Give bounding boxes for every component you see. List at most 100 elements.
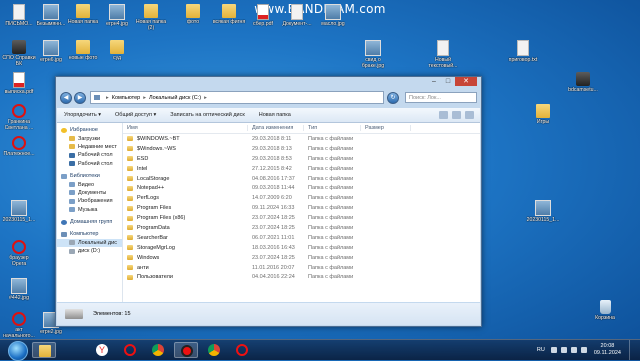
nav-item-drive-c[interactable]: Локальный дис — [57, 238, 122, 248]
desktop-icon-item[interactable]: егрн4.jpg — [100, 4, 134, 27]
desktop-icon-item[interactable]: ПИСЬМО... — [2, 4, 36, 27]
nav-item-drive-d[interactable]: диск (D:) — [57, 247, 122, 255]
nav-item-documents[interactable]: Документы — [57, 189, 122, 197]
desktop-icon-item[interactable]: Корзина — [588, 300, 622, 321]
help-icon[interactable] — [465, 111, 474, 119]
close-button[interactable]: ✕ — [455, 77, 477, 86]
taskbar-opera-2[interactable] — [230, 342, 254, 358]
taskbar-chrome-2[interactable] — [202, 342, 226, 358]
column-size[interactable]: Размер — [361, 125, 411, 131]
burn-disc-button[interactable]: Записать на оптический диск — [163, 112, 251, 118]
file-row[interactable]: Windows 23.07.2024 18:25 Папка с файлами — [123, 253, 480, 263]
file-row[interactable]: ESD 29.03.2018 8:53 Папка с файлами — [123, 154, 480, 164]
refresh-button[interactable]: ↻ — [387, 91, 399, 104]
desktop-icon-item[interactable]: 20230115_1... — [526, 200, 560, 223]
file-row[interactable]: ProgramData 23.07.2024 18:25 Папка с файла… — [123, 223, 480, 233]
minimize-button[interactable]: – — [427, 77, 441, 86]
view-mode-icon[interactable] — [439, 111, 448, 119]
file-row[interactable]: StorageMgrLog 18.03.2016 16:43 Папка с фай… — [123, 243, 480, 253]
volume-icon[interactable] — [570, 347, 577, 353]
desktop-icon-item[interactable]: выписка.pdf — [2, 72, 36, 95]
nav-item-downloads[interactable]: Загрузки — [57, 134, 122, 142]
nav-favorites[interactable]: Избранное — [57, 126, 122, 134]
file-row[interactable]: $Windows.~WS 29.03.2018 8:13 Папка с файла… — [123, 144, 480, 154]
desktop-icon-item[interactable]: Новая папка (2) — [134, 4, 168, 31]
maximize-button[interactable]: □ — [441, 77, 455, 86]
start-button[interactable] — [8, 341, 28, 361]
jpg-icon — [325, 4, 341, 20]
nav-computer[interactable]: Компьютер — [57, 230, 122, 238]
desktop-icon-item[interactable]: акт начального... — [2, 312, 36, 339]
nav-item-desktop-2[interactable]: Рабочий стол — [57, 160, 122, 168]
show-desktop-button[interactable] — [629, 340, 636, 360]
breadcrumb-computer[interactable]: Компьютер — [112, 95, 140, 101]
language-indicator[interactable]: RU — [537, 347, 545, 353]
desktop-icon-item[interactable]: СПО Справки БК — [2, 40, 36, 67]
drive-icon — [69, 248, 75, 254]
desktop-icon-item[interactable]: Документ-... — [280, 4, 314, 27]
file-name-cell: ESD — [123, 156, 248, 162]
column-name[interactable]: Имя — [123, 125, 248, 131]
tray-arrow-icon[interactable] — [550, 347, 557, 353]
taskbar-chrome[interactable] — [146, 342, 170, 358]
file-row[interactable]: Intel 27.12.2015 8:42 Папка с файлами — [123, 164, 480, 174]
desktop-icon-item[interactable]: суд — [100, 40, 134, 61]
desktop-icon-item[interactable]: Новая папка — [66, 4, 100, 25]
new-folder-button[interactable]: Новая папка — [252, 112, 298, 118]
file-name-cell: Program Files (x86) — [123, 215, 248, 221]
desktop-icon-item[interactable]: сбер.pdf — [246, 4, 280, 27]
file-row[interactable]: Program Files (x86) 23.07.2024 18:25 Папка… — [123, 213, 480, 223]
desktop-icon-item[interactable]: 20230115_1... — [2, 200, 36, 223]
taskbar-explorer[interactable] — [32, 342, 56, 358]
clock[interactable]: 20:08 09.11.2024 — [594, 343, 621, 357]
desktop-icon-item[interactable]: егрн6.jpg — [34, 40, 68, 63]
computer-icon — [61, 231, 67, 237]
preview-pane-icon[interactable] — [452, 111, 461, 119]
file-row[interactable]: SearcherBar 06.07.2021 11:01 Папка с файла… — [123, 233, 480, 243]
desktop-icon-item[interactable]: Гранкина Светлана ... — [2, 104, 36, 131]
search-input[interactable]: Поиск: Лок... — [405, 92, 477, 103]
desktop-icon-item[interactable]: bdcamsetu... — [566, 72, 600, 93]
file-row[interactable]: анти 11.01.2016 20:07 Папка с файлами — [123, 263, 480, 273]
address-bar[interactable]: ▸ Компьютер ▸ Локальный диск (C:) ▸ — [90, 91, 384, 104]
flag-icon[interactable] — [580, 347, 587, 353]
desktop-icon-item[interactable]: всякая фигня — [212, 4, 246, 25]
desktop-icon-item[interactable]: свид о браке.jpg — [356, 40, 390, 69]
share-button[interactable]: Общий доступ ▾ — [108, 112, 163, 118]
file-row[interactable]: Program Files 09.11.2024 16:33 Папка с фай… — [123, 203, 480, 213]
file-row[interactable]: PerfLogs 14.07.2009 6:20 Папка с файлами — [123, 193, 480, 203]
organize-button[interactable]: Упорядочить ▾ — [57, 112, 108, 118]
nav-item-video[interactable]: Видео — [57, 180, 122, 188]
file-row[interactable]: Notepad++ 09.03.2018 11:44 Папка с файлами — [123, 183, 480, 193]
opera-icon — [236, 344, 248, 356]
column-type[interactable]: Тип — [304, 125, 361, 131]
file-row[interactable]: LocalStorage 04.08.2016 17:37 Папка с файл… — [123, 174, 480, 184]
desktop-icon-item[interactable]: Игры — [526, 104, 560, 125]
desktop-icon-item[interactable]: Безымянн... — [34, 4, 68, 27]
taskbar-yandex[interactable]: Y — [90, 342, 114, 358]
column-date[interactable]: Дата изменения — [248, 125, 304, 131]
back-button[interactable]: ◀ — [60, 91, 72, 104]
network-icon[interactable] — [560, 347, 567, 353]
breadcrumb-drive[interactable]: Локальный диск (C:) — [149, 95, 201, 101]
desktop-icon-item[interactable]: приговор.txt — [506, 40, 540, 63]
desktop-icon-item[interactable]: Новый текстовый... — [426, 40, 460, 69]
desktop-icon-item[interactable]: новые фото — [66, 40, 100, 61]
explorer-window[interactable]: – □ ✕ ◀ ▶ ▸ Компьютер ▸ Локальный диск (… — [55, 76, 482, 327]
forward-button[interactable]: ▶ — [74, 91, 86, 104]
nav-item-pictures[interactable]: Изображения — [57, 197, 122, 205]
nav-item-desktop[interactable]: Рабочий стол — [57, 151, 122, 159]
desktop-icon-item[interactable]: масло.jpg — [316, 4, 350, 27]
file-row[interactable]: Пользователи 04.04.2016 22:24 Папка с файл… — [123, 272, 480, 282]
desktop-icon-item[interactable]: Платежное... — [2, 136, 36, 157]
nav-homegroup[interactable]: Домашняя групп — [57, 218, 122, 226]
file-row[interactable]: $WINDOWS.~BT 29.03.2018 8:11 Папка с файла… — [123, 134, 480, 144]
nav-libraries[interactable]: Библиотеки — [57, 172, 122, 180]
taskbar-bandicam[interactable] — [174, 342, 198, 358]
desktop-icon-item[interactable]: браузер Opera — [2, 240, 36, 267]
nav-item-music[interactable]: Музыка — [57, 206, 122, 214]
desktop-icon-item[interactable]: фото — [176, 4, 210, 25]
desktop-icon-item[interactable]: #442.jpg — [2, 278, 36, 301]
taskbar-opera[interactable] — [118, 342, 142, 358]
nav-item-recent[interactable]: Недавние мест — [57, 143, 122, 151]
